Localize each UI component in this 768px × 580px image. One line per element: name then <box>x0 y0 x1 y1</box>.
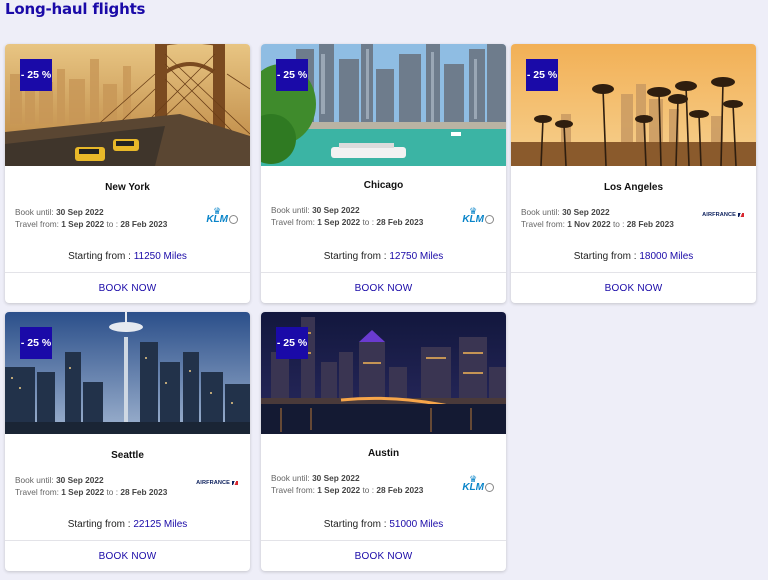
offer-dates: Book until: 30 Sep 2022 Travel from: 1 N… <box>521 207 674 229</box>
offer-card-seattle[interactable]: - 25 % Seattle Book until: 30 Sep 2022 T… <box>5 312 250 571</box>
offer-card-los-angeles[interactable]: - 25 % Los Angeles Book until: 30 Sep 20… <box>511 44 756 303</box>
discount-badge: - 25 % <box>526 59 558 91</box>
book-now-button[interactable]: BOOK NOW <box>5 273 250 303</box>
airfrance-logo: AIRFRANCE <box>196 475 238 486</box>
offer-dates: Book until: 30 Sep 2022 Travel from: 1 S… <box>15 475 168 497</box>
seattle-skyline-image: - 25 % <box>5 312 250 434</box>
city-name: Seattle <box>111 450 144 461</box>
klm-logo: ♛ KLM <box>462 475 494 493</box>
price-line: Starting from : 12750 Miles <box>323 251 444 262</box>
price-line: Starting from : 51000 Miles <box>323 519 444 530</box>
discount-badge: - 25 % <box>20 59 52 91</box>
airfrance-logo: AIRFRANCE <box>702 207 744 218</box>
klm-logo: ♛ KLM <box>462 207 494 225</box>
new-york-bridge-image: - 25 % <box>5 44 250 166</box>
book-now-button[interactable]: BOOK NOW <box>511 273 756 303</box>
city-name: Los Angeles <box>603 182 664 193</box>
page-title: Long-haul flights <box>5 0 146 18</box>
discount-badge: - 25 % <box>276 59 308 91</box>
offer-dates: Book until: 30 Sep 2022 Travel from: 1 S… <box>15 207 168 229</box>
book-now-button[interactable]: BOOK NOW <box>261 273 506 303</box>
book-now-button[interactable]: BOOK NOW <box>261 541 506 571</box>
offer-card-austin[interactable]: - 25 % Austin Book until: 30 Sep 2022 Tr… <box>261 312 506 571</box>
city-name: New York <box>105 182 150 193</box>
price-line: Starting from : 18000 Miles <box>573 251 694 262</box>
offer-card-chicago[interactable]: - 25 % Chicago Book until: 30 Sep 2022 T… <box>261 44 506 303</box>
book-now-button[interactable]: BOOK NOW <box>5 541 250 571</box>
price-line: Starting from : 11250 Miles <box>68 251 187 262</box>
los-angeles-palms-image: - 25 % <box>511 44 756 166</box>
price-line: Starting from : 22125 Miles <box>67 519 188 530</box>
discount-badge: - 25 % <box>20 327 52 359</box>
city-name: Austin <box>367 448 400 459</box>
offer-dates: Book until: 30 Sep 2022 Travel from: 1 S… <box>271 473 424 495</box>
austin-night-image: - 25 % <box>261 312 506 434</box>
city-name: Chicago <box>363 180 404 191</box>
offer-dates: Book until: 30 Sep 2022 Travel from: 1 S… <box>271 205 424 227</box>
chicago-river-image: - 25 % <box>261 44 506 166</box>
klm-logo: ♛ KLM <box>206 207 238 225</box>
discount-badge: - 25 % <box>276 327 308 359</box>
offer-card-new-york[interactable]: - 25 % New York Book until: 30 Sep 2022 … <box>5 44 250 303</box>
